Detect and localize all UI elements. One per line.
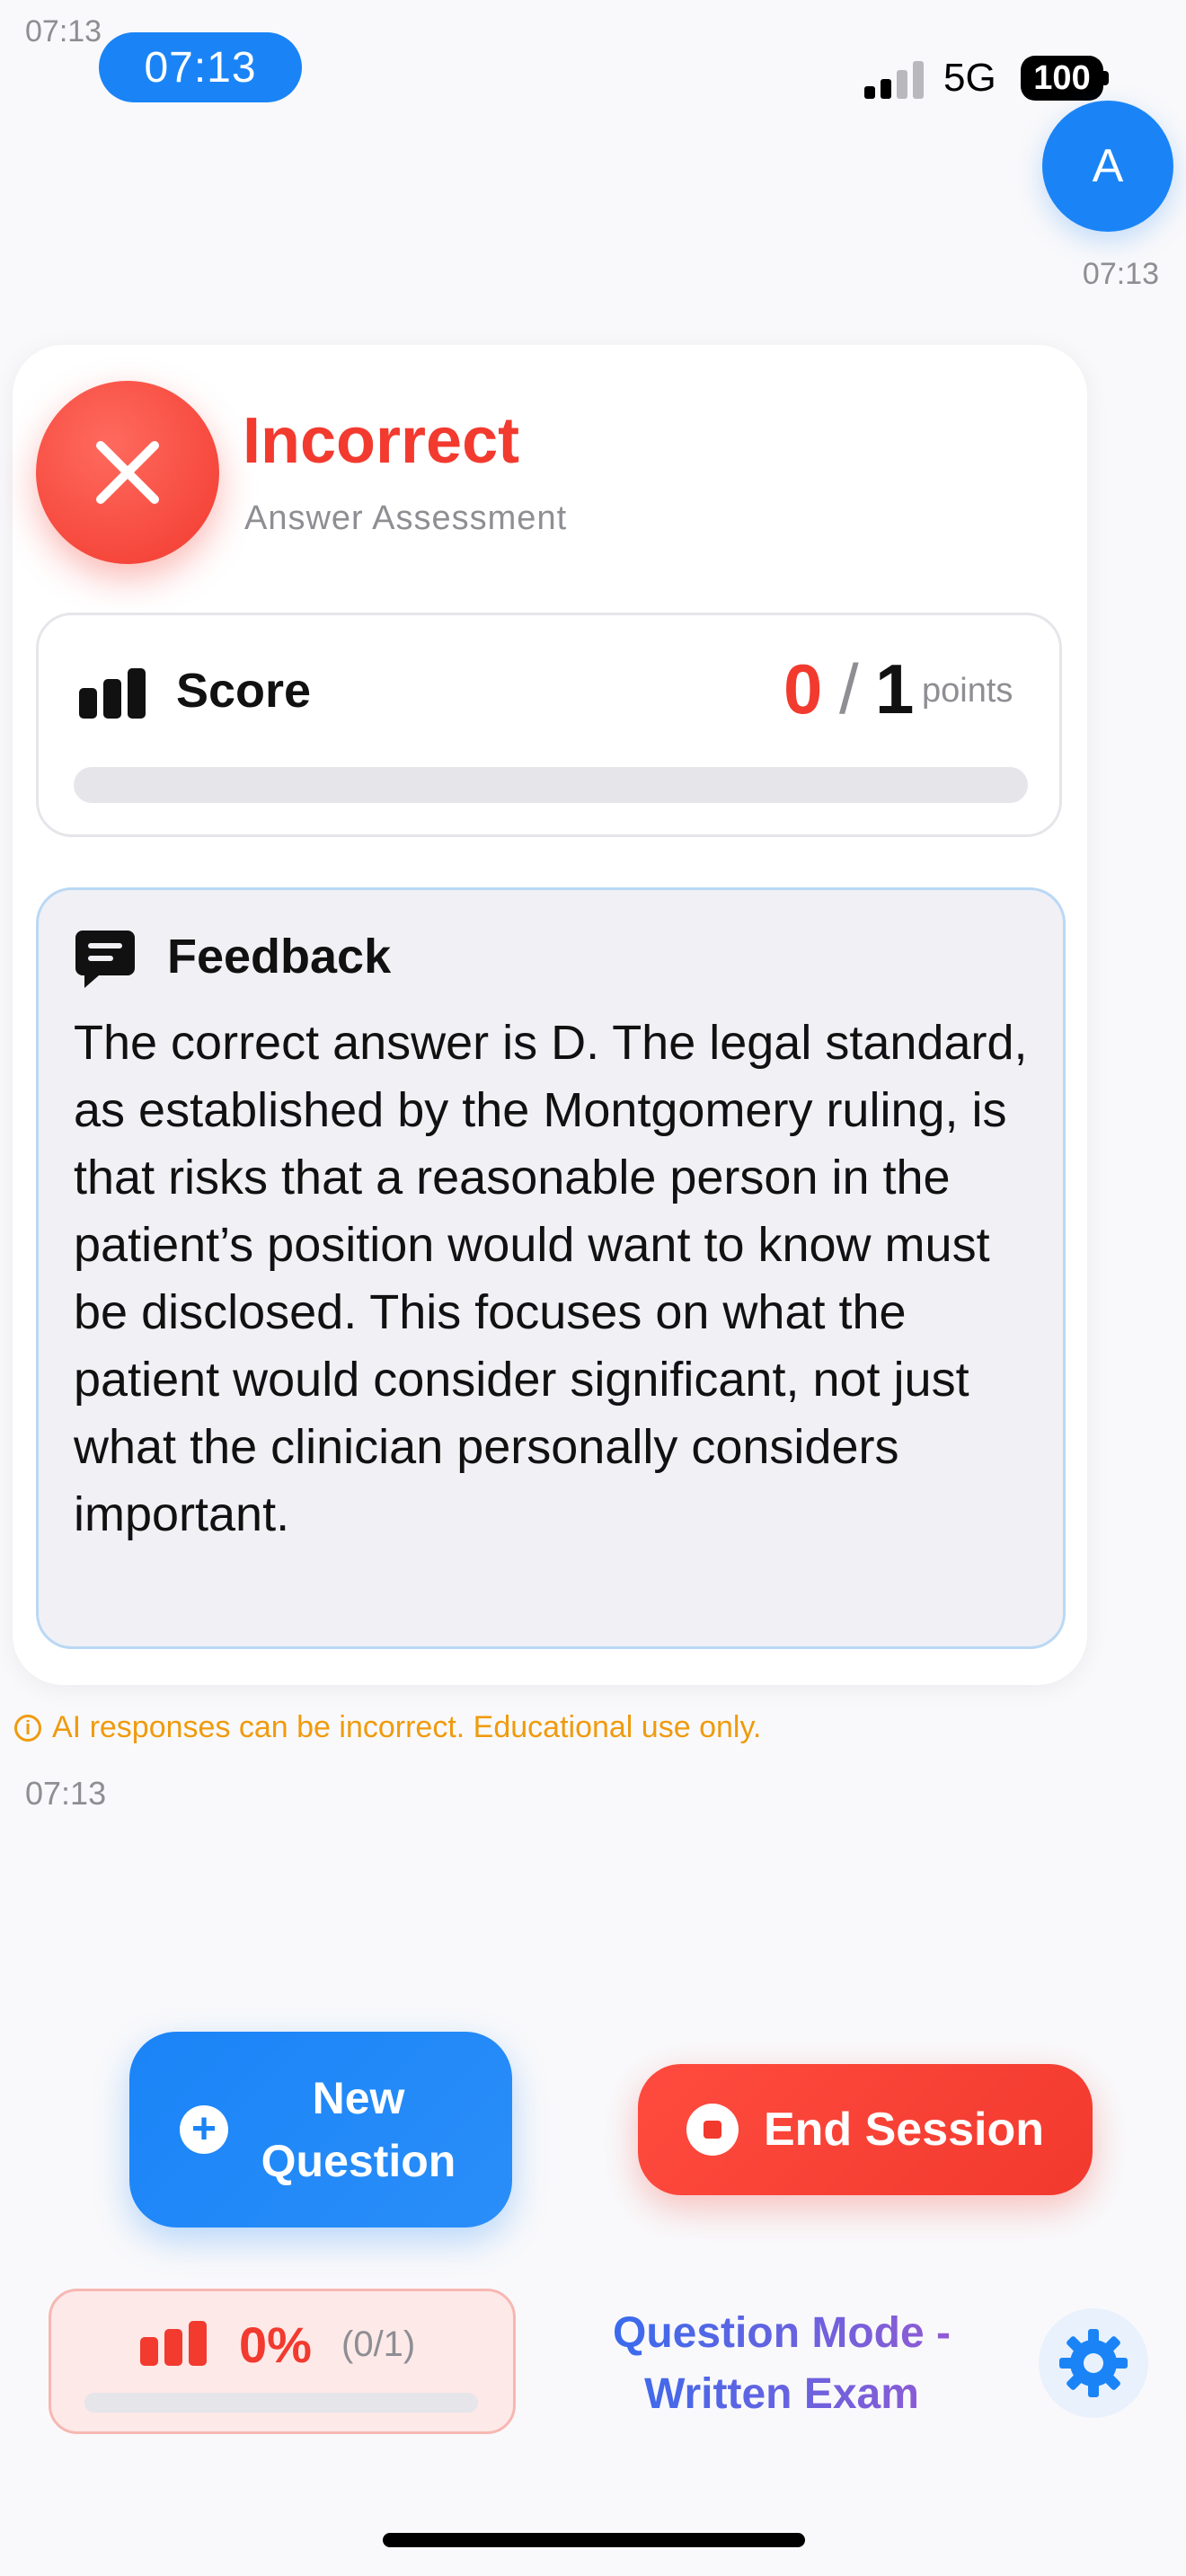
gear-icon [1059, 2329, 1128, 2397]
status-time-pill[interactable]: 07:13 [99, 32, 302, 102]
status-time-small: 07:13 [25, 14, 102, 49]
score-total: 1 [875, 649, 915, 728]
score-progress-bar [74, 767, 1028, 803]
close-icon [96, 441, 159, 504]
score-separator: / [839, 649, 859, 728]
end-session-button[interactable]: End Session [638, 2064, 1093, 2195]
plus-circle-icon: + [180, 2105, 228, 2154]
score-label: Score [176, 664, 312, 718]
bar-chart-icon [79, 668, 146, 719]
progress-chart-icon [140, 2321, 207, 2366]
settings-button[interactable] [1039, 2308, 1148, 2418]
battery-tip [1103, 71, 1109, 85]
ai-disclaimer-text: AI responses can be incorrect. Education… [52, 1710, 762, 1744]
cellular-signal-icon [864, 59, 929, 99]
battery-icon: 100 [1021, 56, 1103, 101]
session-progress-bar [84, 2393, 478, 2413]
new-question-label: New Question [261, 2073, 456, 2186]
progress-percent: 0% [239, 2316, 312, 2373]
home-indicator[interactable] [383, 2533, 805, 2547]
feedback-text: The correct answer is D. The legal stand… [74, 1016, 1028, 1541]
assistant-message-time: 07:13 [25, 1775, 107, 1812]
score-earned: 0 [783, 649, 823, 728]
result-subtitle: Answer Assessment [244, 499, 568, 537]
new-question-button[interactable]: + New Question [129, 2032, 512, 2228]
score-unit: points [922, 672, 1013, 710]
incorrect-icon [36, 381, 219, 564]
progress-count: (0/1) [341, 2325, 416, 2364]
user-message-time: 07:13 [1082, 257, 1159, 291]
info-icon: i [14, 1714, 41, 1742]
feedback-label: Feedback [167, 930, 392, 984]
end-session-label: End Session [763, 2104, 1045, 2156]
stop-circle-icon [686, 2104, 739, 2156]
question-mode-label[interactable]: Question Mode - Written Exam [575, 2303, 988, 2425]
chat-bubble-icon [75, 931, 135, 988]
network-type: 5G [943, 56, 996, 100]
result-title: Incorrect [243, 405, 520, 477]
ai-disclaimer: i AI responses can be incorrect. Educati… [14, 1710, 761, 1745]
user-message-bubble: A [1042, 101, 1173, 232]
